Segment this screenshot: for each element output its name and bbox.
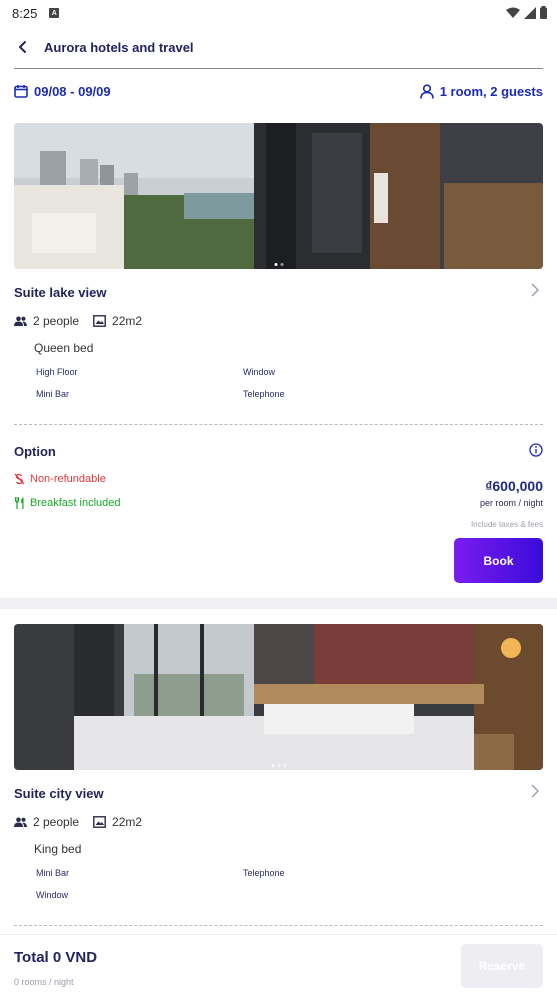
section-separator: [0, 598, 557, 609]
room-name[interactable]: Suite city view: [14, 786, 104, 801]
capacity-spec: 2 people: [14, 314, 79, 328]
signal-icon: [524, 6, 536, 19]
carousel-dot: [274, 263, 277, 266]
room-name[interactable]: Suite lake view: [14, 285, 107, 300]
area-icon: [93, 315, 106, 327]
price-unit: per room / night: [479, 498, 543, 508]
status-bar: 8:25 A: [0, 0, 557, 26]
status-icons: [506, 6, 547, 19]
refund-policy: Non-refundable: [14, 473, 106, 485]
taxes-note: Include taxes & fees: [470, 520, 543, 529]
area-spec: 22m2: [93, 314, 142, 328]
amenity-item: High Floor: [36, 367, 78, 377]
amenity-item: Mini Bar: [36, 389, 70, 399]
carousel-dots: [271, 764, 286, 767]
status-time: 8:25: [12, 5, 38, 21]
date-selector[interactable]: 09/08 - 09/09: [14, 84, 111, 99]
amenity-item: Telephone: [243, 868, 285, 878]
carousel-dot: [280, 263, 283, 266]
bottom-summary-bar: Total 0 VND 0 rooms / night Reserve: [0, 934, 557, 998]
carousel-dot: [271, 764, 274, 767]
carousel-dots: [274, 263, 283, 266]
room-photo-carousel[interactable]: [14, 624, 543, 770]
page-title: Aurora hotels and travel: [44, 40, 194, 55]
guests-label: 1 room, 2 guests: [439, 83, 543, 99]
back-arrow-icon: [19, 41, 26, 53]
carousel-dot: [283, 764, 286, 767]
breakfast-policy: Breakfast included: [14, 497, 121, 509]
people-icon: [14, 316, 27, 326]
bed-type: King bed: [34, 842, 82, 856]
room-photo: [14, 624, 543, 770]
room-photo: [14, 123, 543, 269]
search-summary: 09/08 - 09/09 1 room, 2 guests: [14, 80, 543, 102]
guest-selector[interactable]: 1 room, 2 guests: [419, 83, 543, 99]
dashed-divider: [14, 925, 543, 926]
header-divider: [14, 68, 543, 69]
chevron-right-icon[interactable]: [528, 784, 542, 798]
area-label: 22m2: [112, 815, 143, 829]
area-label: 22m2: [112, 314, 143, 328]
people-icon: [14, 817, 27, 827]
carousel-dot: [277, 764, 280, 767]
capacity-label: 2 people: [33, 314, 80, 328]
date-range-label: 09/08 - 09/09: [34, 83, 111, 99]
bed-type: Queen bed: [34, 341, 94, 355]
capacity-label: 2 people: [33, 815, 80, 829]
amenity-item: Window: [36, 890, 69, 900]
area-icon: [93, 816, 106, 828]
total-rooms-nights: 0 rooms / night: [14, 977, 74, 987]
back-button[interactable]: [12, 36, 34, 58]
notification-icon: A: [49, 8, 60, 18]
book-button[interactable]: Book: [454, 538, 543, 583]
total-price: Total 0 VND: [14, 949, 98, 966]
reserve-button[interactable]: Reserve: [461, 944, 543, 988]
room-specs: 2 people 22m2: [14, 314, 150, 328]
room-photo-carousel[interactable]: [14, 123, 543, 269]
refund-policy-label: Non-refundable: [30, 473, 106, 485]
amenity-item: Telephone: [243, 389, 285, 399]
amenity-item: Window: [243, 367, 276, 377]
no-refund-icon: [14, 473, 25, 485]
fork-knife-icon: [15, 497, 24, 509]
dashed-divider: [14, 424, 543, 425]
capacity-spec: 2 people: [14, 815, 79, 829]
info-icon[interactable]: [529, 443, 543, 457]
top-app-bar: Aurora hotels and travel: [0, 26, 557, 70]
room-price: ₫600,000: [485, 478, 543, 494]
option-title: Option: [14, 444, 56, 459]
room-specs: 2 people 22m2: [14, 815, 150, 829]
amenity-item: Mini Bar: [36, 868, 70, 878]
person-icon: [419, 83, 434, 99]
wifi-icon: [506, 7, 520, 18]
calendar-icon: [14, 85, 28, 98]
breakfast-label: Breakfast included: [30, 497, 121, 509]
chevron-right-icon[interactable]: [528, 283, 542, 297]
area-spec: 22m2: [93, 815, 142, 829]
battery-icon: [540, 6, 547, 19]
